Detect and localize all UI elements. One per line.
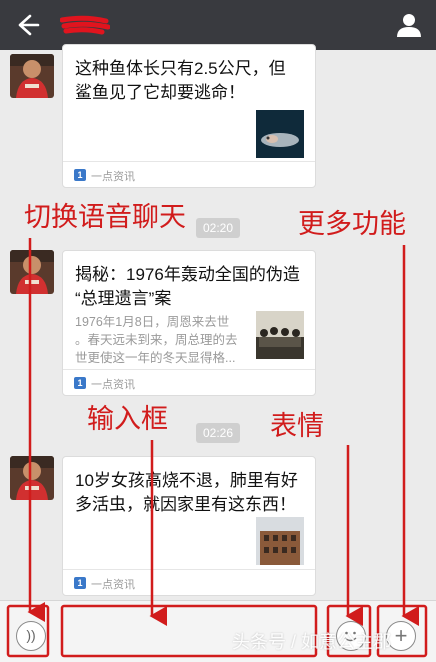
sender-avatar[interactable]	[10, 250, 54, 294]
plus-icon: +	[394, 623, 408, 648]
news-card[interactable]: 揭秘：1976年轰动全国的伪造 “总理遗言”案 1976年1月8日，周恩来去世 …	[62, 250, 316, 396]
card-desc-line: 。春天远未到来，周总理的去	[75, 333, 238, 347]
news-card[interactable]: 10岁女孩高烧不退，肺里有好 多活虫，就因家里有这东西！ 1 一点资讯	[62, 456, 316, 596]
timestamp: 02:20	[196, 218, 241, 238]
card-footer: 1 一点资讯	[63, 569, 315, 595]
user-profile-icon[interactable]	[394, 10, 424, 40]
source-label: 一点资讯	[91, 579, 135, 591]
annotation-more-label: 更多功能	[298, 209, 406, 240]
sender-avatar[interactable]	[10, 456, 54, 500]
yidian-source-icon: 1	[74, 377, 86, 389]
voice-wave-icon: ))	[26, 627, 36, 643]
card-thumbnail-building	[256, 517, 304, 565]
redacted-chat-title	[59, 12, 111, 38]
card-desc-line: 1976年1月8日，周恩来去世	[75, 315, 230, 329]
top-nav-bar	[0, 0, 436, 50]
card-title-line-1: 这种鱼体长只有2.5公尺，但	[75, 59, 286, 78]
yidian-source-icon: 1	[74, 577, 86, 589]
card-description: 1976年1月8日，周恩来去世 。春天远未到来，周总理的去 世更使这一年的冬天显…	[75, 313, 249, 367]
yidian-source-icon: 1	[74, 169, 86, 181]
card-desc-line: 世更使这一年的冬天显得格...	[75, 351, 236, 365]
annotation-input-label: 输入框	[87, 404, 168, 435]
back-arrow-icon[interactable]	[12, 11, 42, 39]
card-footer: 1 一点资讯	[63, 369, 315, 395]
card-title-line-1: 揭秘：1976年轰动全国的伪造	[75, 265, 300, 284]
annotation-emoji-label: 表情	[270, 411, 324, 442]
card-title-line-2: 鲨鱼见了它却要逃命！	[75, 83, 245, 102]
card-footer: 1 一点资讯	[63, 161, 315, 187]
card-thumbnail-photo	[256, 311, 304, 359]
sender-avatar[interactable]	[10, 54, 54, 98]
card-title-line-2: 多活虫，就因家里有这东西！	[75, 495, 296, 514]
news-card[interactable]: 这种鱼体长只有2.5公尺，但 鲨鱼见了它却要逃命！ 1 一点资讯	[62, 44, 316, 188]
source-label: 一点资讯	[91, 171, 135, 183]
card-thumbnail-fish	[256, 110, 304, 158]
card-title-line-2: “总理遗言”案	[75, 289, 172, 308]
watermark: 头条号 / 如意公主郡	[232, 632, 392, 652]
card-title-line-1: 10岁女孩高烧不退，肺里有好	[75, 471, 298, 490]
annotation-voice-label: 切换语音聊天	[24, 202, 186, 233]
source-label: 一点资讯	[91, 379, 135, 391]
voice-toggle-button[interactable]: ))	[16, 621, 46, 651]
timestamp: 02:26	[196, 423, 241, 443]
